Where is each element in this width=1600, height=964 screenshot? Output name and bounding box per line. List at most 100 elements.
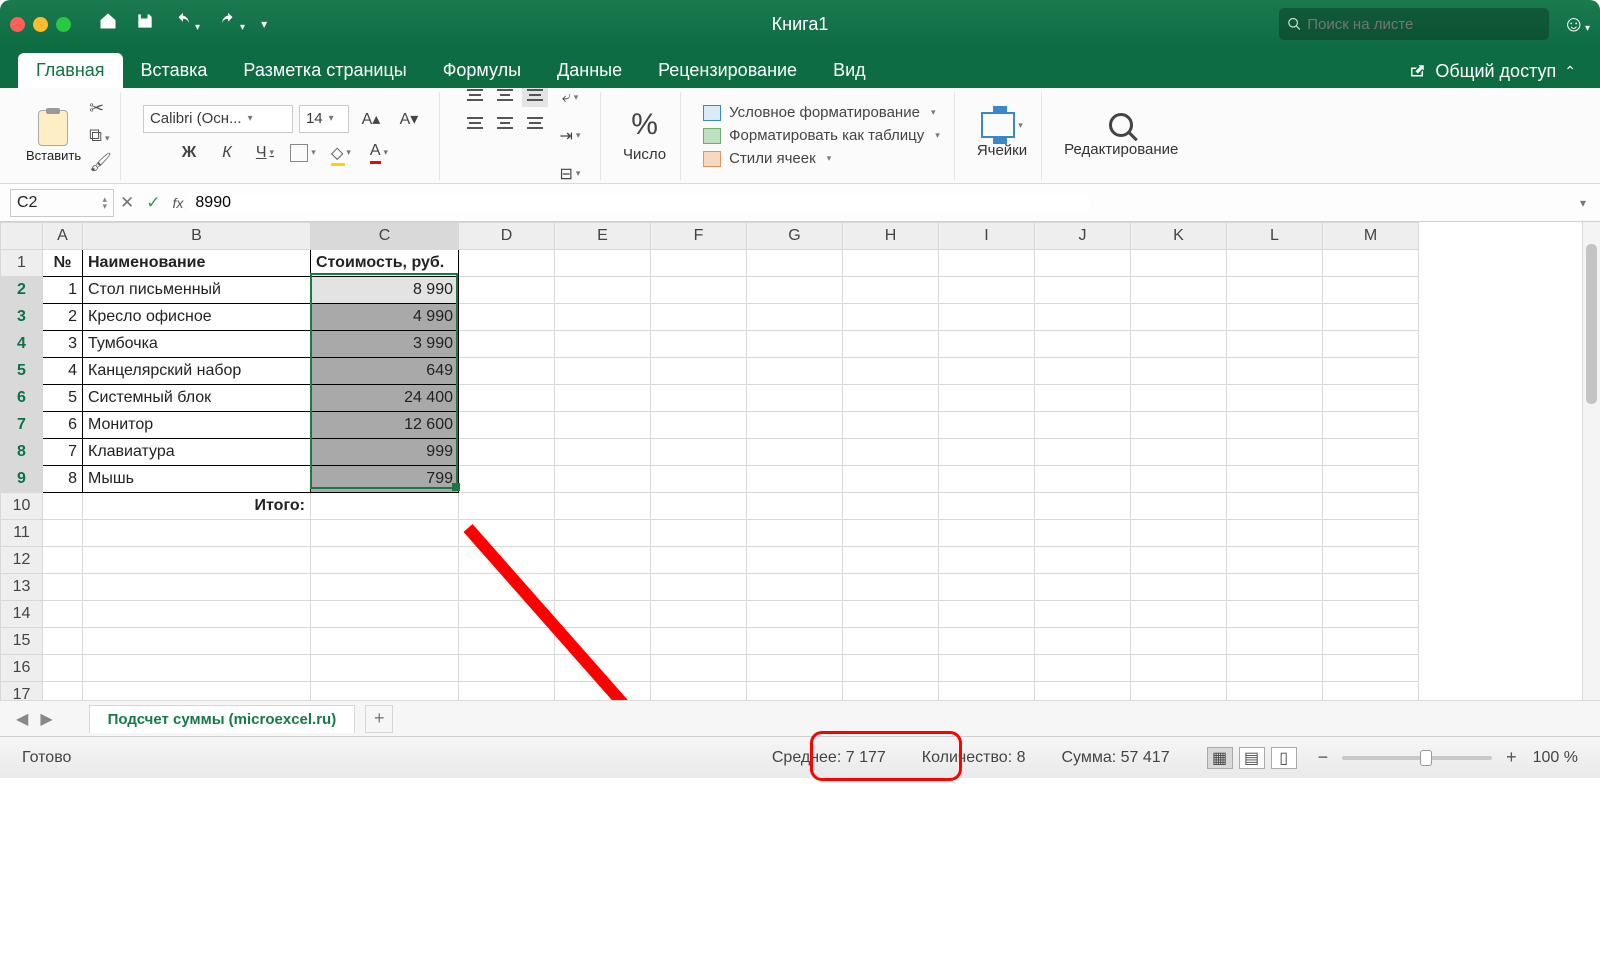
cell-I9[interactable] (939, 466, 1035, 493)
cell-D17[interactable] (459, 682, 555, 701)
cell-C4[interactable]: 3 990 (311, 331, 459, 358)
cut-icon[interactable]: ✂ (89, 98, 112, 119)
cell-B8[interactable]: Клавиатура (83, 439, 311, 466)
cell-I11[interactable] (939, 520, 1035, 547)
cell-I2[interactable] (939, 277, 1035, 304)
cell-C5[interactable]: 649 (311, 358, 459, 385)
cell-H11[interactable] (843, 520, 939, 547)
search-box[interactable] (1279, 8, 1549, 40)
row-header-3[interactable]: 3 (1, 304, 43, 331)
cell-A10[interactable] (43, 493, 83, 520)
cell-F4[interactable] (651, 331, 747, 358)
cell-K3[interactable] (1131, 304, 1227, 331)
cell-G8[interactable] (747, 439, 843, 466)
cells-icon[interactable] (981, 112, 1015, 138)
cell-J2[interactable] (1035, 277, 1131, 304)
cell-D6[interactable] (459, 385, 555, 412)
cell-L9[interactable] (1227, 466, 1323, 493)
enter-edit-icon[interactable]: ✓ (146, 193, 160, 213)
font-name-dropdown[interactable]: Calibri (Осн...▾ (143, 105, 293, 133)
cell-E9[interactable] (555, 466, 651, 493)
tab-insert[interactable]: Вставка (123, 53, 226, 88)
cell-K17[interactable] (1131, 682, 1227, 701)
cell-I3[interactable] (939, 304, 1035, 331)
cell-B6[interactable]: Системный блок (83, 385, 311, 412)
page-break-view-button[interactable]: ▯ (1271, 747, 1297, 769)
align-bottom-center[interactable] (492, 111, 518, 135)
row-header-5[interactable]: 5 (1, 358, 43, 385)
cell-E15[interactable] (555, 628, 651, 655)
cell-M14[interactable] (1323, 601, 1419, 628)
row-header-8[interactable]: 8 (1, 439, 43, 466)
cell-H17[interactable] (843, 682, 939, 701)
copy-icon[interactable]: ⧉▾ (89, 125, 112, 146)
cell-F3[interactable] (651, 304, 747, 331)
cell-F7[interactable] (651, 412, 747, 439)
cell-M5[interactable] (1323, 358, 1419, 385)
merge-button[interactable]: ⇥▾ (554, 121, 586, 151)
cell-J7[interactable] (1035, 412, 1131, 439)
cell-D8[interactable] (459, 439, 555, 466)
cell-C1[interactable]: Стоимость, руб. (311, 250, 459, 277)
cell-B3[interactable]: Кресло офисное (83, 304, 311, 331)
cell-M10[interactable] (1323, 493, 1419, 520)
cell-K13[interactable] (1131, 574, 1227, 601)
cell-C7[interactable]: 12 600 (311, 412, 459, 439)
cell-B1[interactable]: Наименование (83, 250, 311, 277)
cell-G13[interactable] (747, 574, 843, 601)
cell-A6[interactable]: 5 (43, 385, 83, 412)
cell-M4[interactable] (1323, 331, 1419, 358)
cell-L15[interactable] (1227, 628, 1323, 655)
cell-D1[interactable] (459, 250, 555, 277)
cell-L10[interactable] (1227, 493, 1323, 520)
row-header-12[interactable]: 12 (1, 547, 43, 574)
cell-G5[interactable] (747, 358, 843, 385)
cell-B17[interactable] (83, 682, 311, 701)
row-header-4[interactable]: 4 (1, 331, 43, 358)
cell-E12[interactable] (555, 547, 651, 574)
cancel-edit-icon[interactable]: ✕ (120, 193, 134, 213)
col-header-B[interactable]: B (83, 223, 311, 250)
row-header-10[interactable]: 10 (1, 493, 43, 520)
cell-K8[interactable] (1131, 439, 1227, 466)
cell-H4[interactable] (843, 331, 939, 358)
cell-J10[interactable] (1035, 493, 1131, 520)
format-painter-icon[interactable]: 🖌 (89, 152, 112, 173)
cell-D16[interactable] (459, 655, 555, 682)
cell-L17[interactable] (1227, 682, 1323, 701)
tab-data[interactable]: Данные (539, 53, 640, 88)
cell-A15[interactable] (43, 628, 83, 655)
cell-L11[interactable] (1227, 520, 1323, 547)
cell-F2[interactable] (651, 277, 747, 304)
cell-D3[interactable] (459, 304, 555, 331)
cell-M8[interactable] (1323, 439, 1419, 466)
cell-K7[interactable] (1131, 412, 1227, 439)
cell-D14[interactable] (459, 601, 555, 628)
cell-D5[interactable] (459, 358, 555, 385)
cell-A7[interactable]: 6 (43, 412, 83, 439)
tab-review[interactable]: Рецензирование (640, 53, 815, 88)
cell-L3[interactable] (1227, 304, 1323, 331)
cell-I14[interactable] (939, 601, 1035, 628)
cell-L1[interactable] (1227, 250, 1323, 277)
cell-F17[interactable] (651, 682, 747, 701)
col-header-J[interactable]: J (1035, 223, 1131, 250)
undo-icon[interactable]: ▾ (171, 12, 200, 36)
zoom-in-button[interactable]: + (1502, 747, 1521, 768)
cell-B7[interactable]: Монитор (83, 412, 311, 439)
cell-K12[interactable] (1131, 547, 1227, 574)
cell-F13[interactable] (651, 574, 747, 601)
cell-K14[interactable] (1131, 601, 1227, 628)
cell-G1[interactable] (747, 250, 843, 277)
borders-button[interactable]: ▾ (287, 138, 319, 168)
cell-B14[interactable] (83, 601, 311, 628)
cell-I15[interactable] (939, 628, 1035, 655)
align-bottom-left[interactable] (462, 111, 488, 135)
tab-view[interactable]: Вид (815, 53, 884, 88)
cell-A11[interactable] (43, 520, 83, 547)
sheet-tab[interactable]: Подсчет суммы (microexcel.ru) (89, 705, 356, 733)
cell-I16[interactable] (939, 655, 1035, 682)
cell-A5[interactable]: 4 (43, 358, 83, 385)
decrease-font-icon[interactable]: A▾ (393, 104, 425, 134)
cell-M9[interactable] (1323, 466, 1419, 493)
